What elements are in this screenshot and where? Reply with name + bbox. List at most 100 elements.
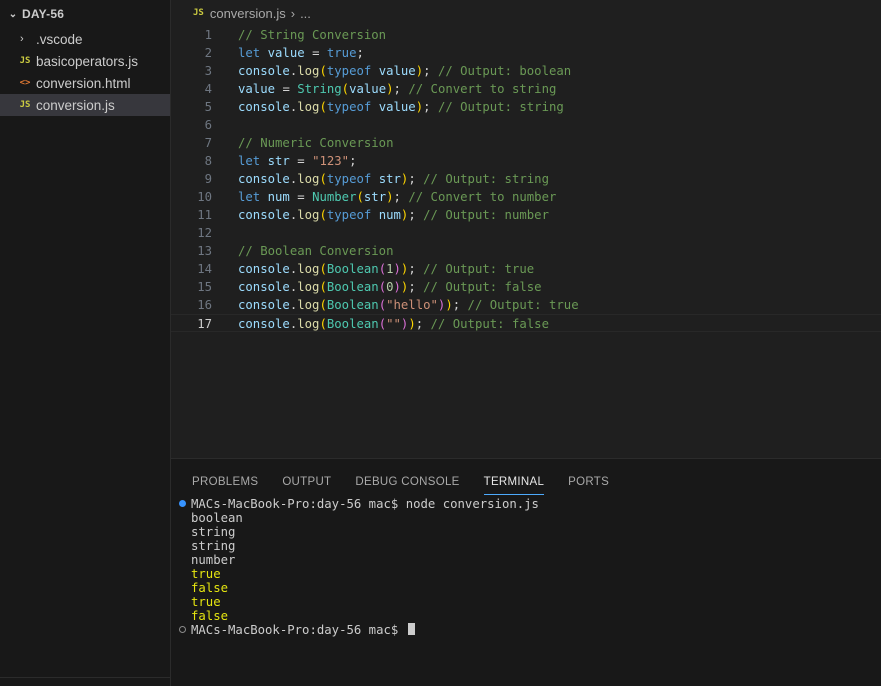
line-number: 9 (204, 172, 212, 186)
tab-ports[interactable]: PORTS (568, 476, 609, 495)
terminal-output: true (191, 595, 221, 609)
tree-item-label: .vscode (36, 31, 83, 47)
tree-item-label: conversion.js (36, 97, 115, 113)
line-number: 14 (197, 262, 212, 276)
terminal-command-line: MACs-MacBook-Pro:day-56 mac$ node conver… (171, 497, 881, 511)
line-text: console.log(typeof value); // Output: bo… (238, 64, 572, 78)
terminal-prompt-line[interactable]: MACs-MacBook-Pro:day-56 mac$ (171, 623, 881, 637)
line-number: 8 (204, 154, 212, 168)
line-number: 13 (197, 244, 212, 258)
code-line[interactable]: 14 console.log(Boolean(1)); // Output: tr… (171, 260, 881, 278)
terminal[interactable]: MACs-MacBook-Pro:day-56 mac$ node conver… (171, 497, 881, 637)
tab-terminal[interactable]: TERMINAL (483, 476, 545, 495)
tree-item-basicoperators-js[interactable]: JS basicoperators.js (0, 50, 170, 72)
code-line[interactable]: 2 let value = true; (171, 44, 881, 62)
line-number: 16 (197, 298, 212, 312)
tree-item-label: conversion.html (36, 75, 131, 91)
tree-item-conversion-js[interactable]: JS conversion.js (0, 94, 170, 116)
breadcrumb[interactable]: JS conversion.js › ... (171, 0, 881, 26)
code-line[interactable]: 1 // String Conversion (171, 26, 881, 44)
terminal-output-line: number (171, 553, 881, 567)
line-text: // Numeric Conversion (238, 136, 394, 150)
code-line[interactable]: 5 console.log(typeof value); // Output: s… (171, 98, 881, 116)
code-line[interactable]: 13 // Boolean Conversion (171, 242, 881, 260)
line-number: 10 (197, 190, 212, 204)
terminal-output-line: boolean (171, 511, 881, 525)
tab-output[interactable]: OUTPUT (282, 476, 331, 495)
line-number: 2 (204, 46, 212, 60)
code-line[interactable]: 6 (171, 116, 881, 134)
js-file-icon: JS (193, 8, 204, 18)
code-line[interactable]: 3 console.log(typeof value); // Output: b… (171, 62, 881, 80)
chevron-down-icon: ⌄ (8, 8, 18, 20)
line-number: 1 (204, 28, 212, 42)
terminal-output-line: true (171, 567, 881, 581)
explorer-folder-header[interactable]: ⌄ DAY-56 (0, 0, 170, 28)
terminal-output: number (191, 553, 236, 567)
explorer-sidebar: ⌄ DAY-56 › .vscode JS basicoperators.js … (0, 0, 171, 686)
code-line[interactable]: 8 let str = "123"; (171, 152, 881, 170)
terminal-output-line: string (171, 525, 881, 539)
code-line[interactable]: 10 let num = Number(str); // Convert to n… (171, 188, 881, 206)
code-line[interactable]: 9 console.log(typeof str); // Output: str… (171, 170, 881, 188)
code-line[interactable]: 7 // Numeric Conversion (171, 134, 881, 152)
code-line[interactable]: 12 (171, 224, 881, 242)
line-text: console.log(Boolean("hello")); // Output… (238, 298, 579, 312)
line-text: console.log(Boolean(0)); // Output: fals… (238, 280, 542, 294)
terminal-output: false (191, 609, 229, 623)
line-text: console.log(typeof num); // Output: numb… (238, 208, 549, 222)
code-line[interactable]: 4 value = String(value); // Convert to st… (171, 80, 881, 98)
line-text: let str = "123"; (238, 154, 357, 168)
code-line[interactable]: 15 console.log(Boolean(0)); // Output: fa… (171, 278, 881, 296)
line-number: 7 (204, 136, 212, 150)
terminal-output: string (191, 525, 236, 539)
js-file-icon: JS (19, 56, 31, 66)
line-text: console.log(Boolean(1)); // Output: true (238, 262, 535, 276)
breadcrumb-symbols[interactable]: ... (300, 6, 311, 21)
code-line[interactable]: 11 console.log(typeof num); // Output: nu… (171, 206, 881, 224)
line-number: 6 (204, 118, 212, 132)
command-pending-dot-icon (171, 623, 191, 637)
panel-tabs: PROBLEMS OUTPUT DEBUG CONSOLE TERMINAL P… (171, 459, 881, 495)
terminal-prompt: MACs-MacBook-Pro:day-56 mac$ (191, 623, 406, 637)
terminal-output-line: false (171, 581, 881, 595)
breadcrumb-file[interactable]: conversion.js (210, 6, 286, 21)
terminal-output: false (191, 581, 229, 595)
tab-debug-console[interactable]: DEBUG CONSOLE (355, 476, 459, 495)
js-file-icon: JS (19, 100, 31, 110)
tab-problems[interactable]: PROBLEMS (192, 476, 258, 495)
command-success-dot-icon (171, 497, 191, 511)
html-file-icon: <> (19, 78, 31, 88)
terminal-output: true (191, 567, 221, 581)
code-line[interactable]: 16 console.log(Boolean("hello")); // Outp… (171, 296, 881, 314)
line-number: 4 (204, 82, 212, 96)
line-number: 17 (197, 317, 212, 331)
sidebar-divider (0, 677, 170, 686)
line-text: let num = Number(str); // Convert to num… (238, 190, 557, 204)
tree-item-label: basicoperators.js (36, 53, 139, 69)
bottom-panel: PROBLEMS OUTPUT DEBUG CONSOLE TERMINAL P… (171, 458, 881, 686)
code-editor[interactable]: JS conversion.js › ... 1 // String Conver… (171, 0, 881, 458)
folder-title: DAY-56 (22, 7, 65, 21)
line-text (212, 116, 238, 134)
line-text: // String Conversion (238, 28, 387, 42)
code-lines[interactable]: 1 // String Conversion 2 let value = true; 3… (171, 26, 881, 332)
terminal-output-line: string (171, 539, 881, 553)
line-number: 3 (204, 64, 212, 78)
line-number: 11 (197, 208, 212, 222)
chevron-right-icon: › (20, 33, 24, 45)
terminal-output-line: false (171, 609, 881, 623)
terminal-output: boolean (191, 511, 243, 525)
line-text: value = String(value); // Convert to str… (238, 82, 557, 96)
tree-item-vscode[interactable]: › .vscode (0, 28, 170, 50)
chevron-right-icon: › (290, 5, 296, 21)
line-number: 15 (197, 280, 212, 294)
line-text: // Boolean Conversion (238, 244, 394, 258)
terminal-output-line: true (171, 595, 881, 609)
line-text: console.log(typeof value); // Output: st… (238, 100, 564, 114)
code-line[interactable]: 17 console.log(Boolean("")); // Output: f… (171, 314, 881, 332)
tree-item-conversion-html[interactable]: <> conversion.html (0, 72, 170, 94)
line-text: console.log(Boolean("")); // Output: fal… (238, 317, 549, 331)
terminal-output: string (191, 539, 236, 553)
line-text: console.log(typeof str); // Output: stri… (238, 172, 549, 186)
